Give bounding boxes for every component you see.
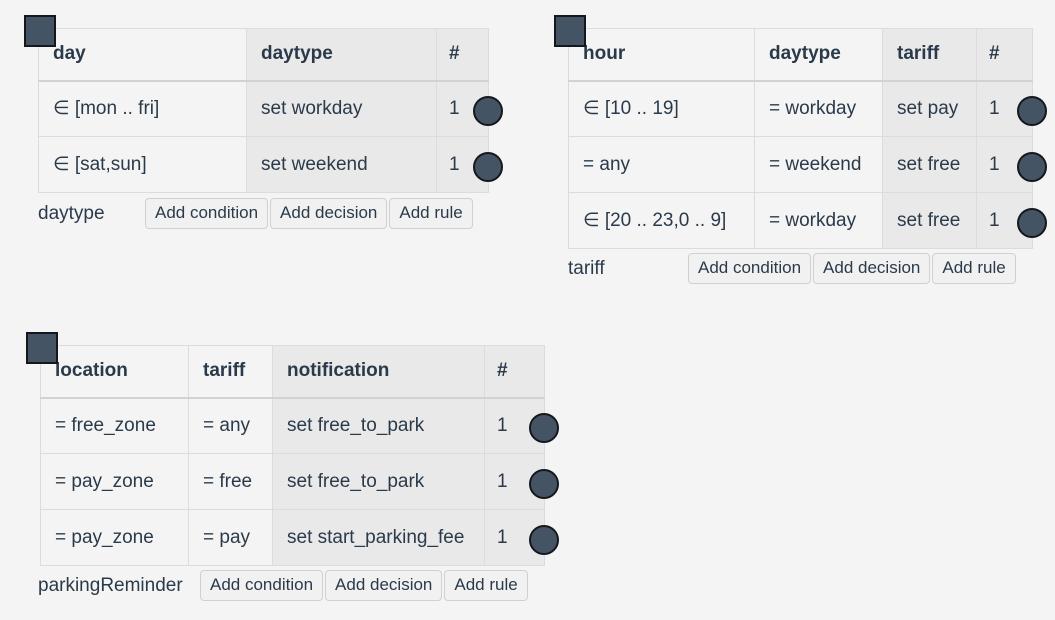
rule-connector-dot[interactable]	[473, 96, 503, 126]
table-row[interactable]: ∈ [sat,sun] set weekend 1	[39, 137, 489, 193]
table-header-row: day daytype #	[39, 29, 489, 81]
cell-condition[interactable]: = pay	[189, 510, 273, 566]
cell-condition[interactable]: = workday	[755, 81, 883, 137]
cell-condition[interactable]: = weekend	[755, 137, 883, 193]
cell-condition[interactable]: ∈ [mon .. fri]	[39, 81, 247, 137]
rule-connector-dot[interactable]	[529, 525, 559, 555]
add-condition-button[interactable]: Add condition	[688, 253, 811, 284]
column-header-hit-count[interactable]: #	[485, 346, 545, 398]
table-row[interactable]: = free_zone = any set free_to_park 1	[41, 398, 545, 454]
table-footer: tariff Add condition Add decision Add ru…	[568, 253, 1016, 284]
cell-decision[interactable]: set pay	[883, 81, 977, 137]
cell-decision[interactable]: set free	[883, 193, 977, 249]
table-drag-handle[interactable]	[554, 15, 586, 47]
column-header-notification[interactable]: notification	[273, 346, 485, 398]
table-row[interactable]: ∈ [mon .. fri] set workday 1	[39, 81, 489, 137]
table-header-row: location tariff notification #	[41, 346, 545, 398]
column-header-hour[interactable]: hour	[569, 29, 755, 81]
table-name-label: daytype	[38, 200, 145, 228]
decision-table-grid: day daytype # ∈ [mon .. fri] set workday…	[38, 28, 489, 193]
cell-decision[interactable]: set free	[883, 137, 977, 193]
column-header-day[interactable]: day	[39, 29, 247, 81]
column-header-hit-count[interactable]: #	[977, 29, 1033, 81]
rule-connector-dot[interactable]	[1017, 152, 1047, 182]
table-row[interactable]: = pay_zone = pay set start_parking_fee 1	[41, 510, 545, 566]
rule-connector-dot[interactable]	[529, 413, 559, 443]
add-condition-button[interactable]: Add condition	[200, 570, 323, 601]
decision-table-parking-reminder: location tariff notification # = free_zo…	[40, 345, 545, 566]
cell-condition[interactable]: = free	[189, 454, 273, 510]
column-header-daytype[interactable]: daytype	[247, 29, 437, 81]
table-drag-handle[interactable]	[26, 332, 58, 364]
cell-condition[interactable]: = workday	[755, 193, 883, 249]
rule-connector-dot[interactable]	[473, 152, 503, 182]
decision-table-grid: hour daytype tariff # ∈ [10 .. 19] = wor…	[568, 28, 1033, 249]
cell-condition[interactable]: ∈ [20 .. 23,0 .. 9]	[569, 193, 755, 249]
rule-connector-dot[interactable]	[529, 469, 559, 499]
cell-decision[interactable]: set weekend	[247, 137, 437, 193]
cell-decision[interactable]: set free_to_park	[273, 454, 485, 510]
decision-table-daytype: day daytype # ∈ [mon .. fri] set workday…	[38, 28, 489, 193]
table-action-buttons: Add condition Add decision Add rule	[688, 253, 1016, 284]
cell-condition[interactable]: = pay_zone	[41, 510, 189, 566]
column-header-daytype[interactable]: daytype	[755, 29, 883, 81]
cell-condition[interactable]: = pay_zone	[41, 454, 189, 510]
table-row[interactable]: ∈ [20 .. 23,0 .. 9] = workday set free 1	[569, 193, 1033, 249]
column-header-tariff[interactable]: tariff	[189, 346, 273, 398]
cell-condition[interactable]: ∈ [10 .. 19]	[569, 81, 755, 137]
add-condition-button[interactable]: Add condition	[145, 198, 268, 229]
table-row[interactable]: = any = weekend set free 1	[569, 137, 1033, 193]
add-rule-button[interactable]: Add rule	[932, 253, 1015, 284]
cell-decision[interactable]: set workday	[247, 81, 437, 137]
decision-table-tariff: hour daytype tariff # ∈ [10 .. 19] = wor…	[568, 28, 1033, 249]
add-decision-button[interactable]: Add decision	[813, 253, 930, 284]
table-footer: daytype Add condition Add decision Add r…	[38, 198, 473, 229]
decision-table-canvas: { "canvas": { "background_color": "#f4f4…	[0, 0, 1055, 620]
rule-connector-dot[interactable]	[1017, 208, 1047, 238]
add-decision-button[interactable]: Add decision	[325, 570, 442, 601]
decision-table-grid: location tariff notification # = free_zo…	[40, 345, 545, 566]
table-footer: parkingReminder Add condition Add decisi…	[38, 570, 528, 601]
add-rule-button[interactable]: Add rule	[389, 198, 472, 229]
add-rule-button[interactable]: Add rule	[444, 570, 527, 601]
table-header-row: hour daytype tariff #	[569, 29, 1033, 81]
add-decision-button[interactable]: Add decision	[270, 198, 387, 229]
column-header-hit-count[interactable]: #	[437, 29, 489, 81]
cell-decision[interactable]: set free_to_park	[273, 398, 485, 454]
cell-condition[interactable]: = any	[189, 398, 273, 454]
cell-condition[interactable]: = free_zone	[41, 398, 189, 454]
cell-decision[interactable]: set start_parking_fee	[273, 510, 485, 566]
rule-connector-dot[interactable]	[1017, 96, 1047, 126]
column-header-tariff[interactable]: tariff	[883, 29, 977, 81]
table-row[interactable]: = pay_zone = free set free_to_park 1	[41, 454, 545, 510]
cell-condition[interactable]: ∈ [sat,sun]	[39, 137, 247, 193]
table-name-label: tariff	[568, 255, 688, 283]
table-drag-handle[interactable]	[24, 15, 56, 47]
column-header-location[interactable]: location	[41, 346, 189, 398]
table-action-buttons: Add condition Add decision Add rule	[200, 570, 528, 601]
table-name-label: parkingReminder	[38, 572, 200, 600]
table-action-buttons: Add condition Add decision Add rule	[145, 198, 473, 229]
cell-condition[interactable]: = any	[569, 137, 755, 193]
table-row[interactable]: ∈ [10 .. 19] = workday set pay 1	[569, 81, 1033, 137]
